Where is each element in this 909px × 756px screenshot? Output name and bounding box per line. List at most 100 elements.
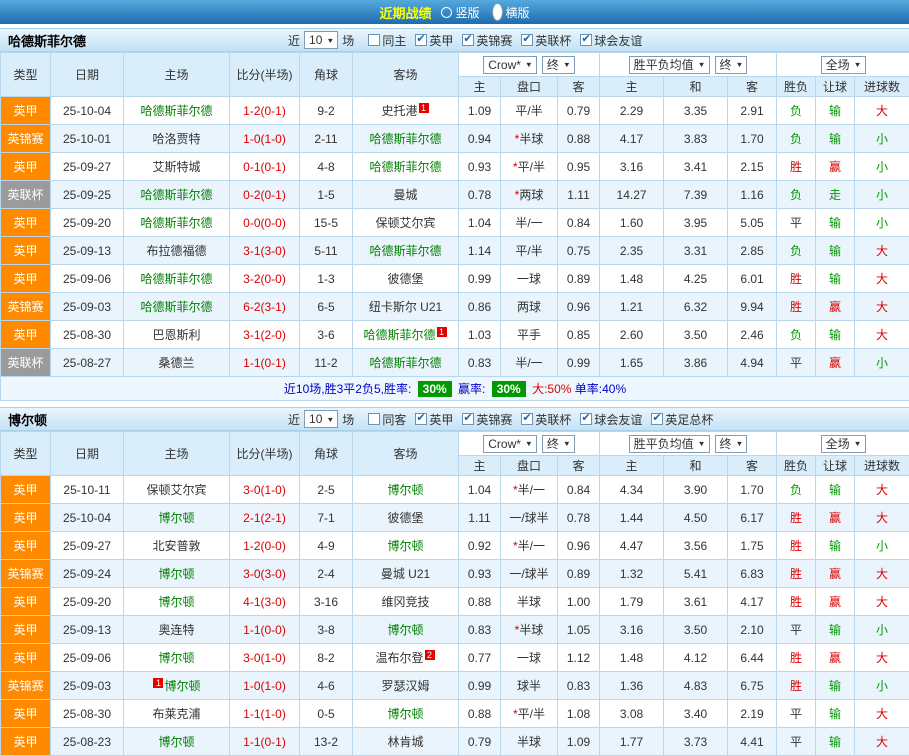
odds-away-cell: 0.88: [558, 125, 600, 153]
team-link[interactable]: 彼德堡: [387, 272, 423, 286]
team-link[interactable]: 罗瑟汉姆: [381, 679, 429, 693]
chevron-down-icon: ▼: [525, 439, 533, 447]
odds-period-select[interactable]: 终▼: [542, 56, 575, 74]
odds-home-cell: 1.09: [459, 97, 501, 125]
team-link[interactable]: 博尔顿: [387, 623, 423, 637]
team-link[interactable]: 艾斯特城: [152, 160, 200, 174]
team-link[interactable]: 哈德斯菲尔德: [140, 216, 212, 230]
team-link[interactable]: 博尔顿: [164, 679, 200, 693]
team-link[interactable]: 保顿艾尔宾: [146, 483, 206, 497]
team-link[interactable]: 哈德斯菲尔德: [369, 160, 441, 174]
checkbox-icon[interactable]: [415, 34, 427, 46]
team-link[interactable]: 奥连特: [158, 623, 194, 637]
odds-period-select[interactable]: 终▼: [542, 435, 575, 453]
checkbox-icon[interactable]: [521, 34, 533, 46]
team-link[interactable]: 哈德斯菲尔德: [363, 328, 435, 342]
match-row: 英联杯25-09-25哈德斯菲尔德0-2(0-1)1-5曼城0.78*两球1.1…: [1, 181, 909, 209]
league-filter-checkbox[interactable]: 英甲: [415, 32, 453, 49]
bookmaker-select[interactable]: Crow*▼: [483, 435, 537, 453]
team-link[interactable]: 史托港: [381, 104, 417, 118]
checkbox-icon[interactable]: [368, 413, 380, 425]
checkbox-icon[interactable]: [580, 34, 592, 46]
match-count-value: 10: [309, 33, 322, 47]
league-filter-checkbox[interactable]: 球会友谊: [580, 411, 642, 428]
match-count-select[interactable]: 10 ▼: [304, 410, 338, 428]
team-link[interactable]: 布拉德福德: [146, 244, 206, 258]
team-link[interactable]: 曼城 U21: [381, 567, 430, 581]
goals-cell: 小: [855, 349, 909, 377]
team-link[interactable]: 哈德斯菲尔德: [140, 188, 212, 202]
team-link[interactable]: 博尔顿: [387, 707, 423, 721]
scope-select[interactable]: 全场▼: [821, 56, 866, 74]
team-link[interactable]: 哈德斯菲尔德: [140, 300, 212, 314]
odds-away-cell: 0.85: [558, 321, 600, 349]
match-count-select[interactable]: 10 ▼: [304, 31, 338, 49]
layout-option[interactable]: 横版: [492, 3, 530, 21]
scope-select[interactable]: 全场▼: [821, 435, 866, 453]
team-link[interactable]: 哈德斯菲尔德: [140, 104, 212, 118]
team-link[interactable]: 哈德斯菲尔德: [140, 272, 212, 286]
team-link[interactable]: 巴恩斯利: [152, 328, 200, 342]
league-filter-checkbox[interactable]: 英甲: [415, 411, 453, 428]
bookmaker-select[interactable]: Crow*▼: [483, 56, 537, 74]
league-filter-checkbox[interactable]: 英足总杯: [651, 411, 713, 428]
avg-select[interactable]: 胜平负均值▼: [629, 435, 710, 453]
league-filter-checkbox[interactable]: 英锦赛: [462, 411, 512, 428]
league-filter-checkbox[interactable]: 英联杯: [521, 411, 571, 428]
team-link[interactable]: 哈德斯菲尔德: [369, 132, 441, 146]
league-filters: 同客英甲英锦赛英联杯球会友谊 英足总杯: [368, 411, 713, 428]
team-link[interactable]: 维冈竞技: [381, 595, 429, 609]
team-link[interactable]: 彼德堡: [387, 511, 423, 525]
team-link[interactable]: 林肯城: [387, 735, 423, 749]
team-link[interactable]: 温布尔登: [375, 651, 423, 665]
team-link[interactable]: 北安普敦: [152, 539, 200, 553]
team-link[interactable]: 哈德斯菲尔德: [369, 356, 441, 370]
team-link[interactable]: 纽卡斯尔 U21: [369, 300, 442, 314]
team-link[interactable]: 哈洛贾特: [152, 132, 200, 146]
checkbox-icon[interactable]: [580, 413, 592, 425]
checkbox-icon[interactable]: [462, 413, 474, 425]
score-cell: 1-0(1-0): [230, 125, 300, 153]
result-cell: 平: [777, 700, 816, 728]
avg-period-select[interactable]: 终▼: [715, 435, 748, 453]
avg-draw-cell: 3.95: [664, 209, 728, 237]
team-link[interactable]: 布莱克浦: [152, 707, 200, 721]
radio-icon[interactable]: [441, 7, 452, 18]
radio-icon[interactable]: [492, 3, 503, 21]
league-filter-checkbox[interactable]: 球会友谊: [580, 32, 642, 49]
avg-select[interactable]: 胜平负均值▼: [629, 56, 710, 74]
team-link[interactable]: 博尔顿: [158, 735, 194, 749]
goals-cell: 大: [855, 560, 909, 588]
chevron-down-icon: ▼: [736, 439, 744, 447]
league-filter-checkbox[interactable]: 英联杯: [521, 32, 571, 49]
team-link[interactable]: 博尔顿: [158, 567, 194, 581]
avg-period-select[interactable]: 终▼: [715, 56, 748, 74]
team-link[interactable]: 博尔顿: [387, 483, 423, 497]
team-link[interactable]: 桑德兰: [158, 356, 194, 370]
league-filter-checkbox[interactable]: 同主: [368, 32, 406, 49]
league-cell: 英甲: [1, 321, 51, 349]
team-link[interactable]: 博尔顿: [387, 539, 423, 553]
avg-away-cell: 6.01: [728, 265, 777, 293]
checkbox-icon[interactable]: [368, 34, 380, 46]
team-link[interactable]: 曼城: [393, 188, 417, 202]
checkbox-label: 英足总杯: [665, 411, 713, 428]
odds-home-cell: 0.93: [459, 560, 501, 588]
league-filter-checkbox[interactable]: 同客: [368, 411, 406, 428]
team-link[interactable]: 哈德斯菲尔德: [369, 244, 441, 258]
team-link[interactable]: 博尔顿: [158, 651, 194, 665]
league-cell: 英甲: [1, 265, 51, 293]
checkbox-icon[interactable]: [521, 413, 533, 425]
col-result: 胜负: [777, 456, 816, 476]
checkbox-icon[interactable]: [462, 34, 474, 46]
checkbox-icon[interactable]: [415, 413, 427, 425]
team-link[interactable]: 博尔顿: [158, 511, 194, 525]
checkbox-icon[interactable]: [651, 413, 663, 425]
matches-table: 类型 日期 主场 比分(半场) 角球 客场 Crow*▼ 终▼ 胜平负均值▼ 终…: [0, 52, 909, 401]
team-link[interactable]: 保顿艾尔宾: [375, 216, 435, 230]
league-filter-checkbox[interactable]: 英锦赛: [462, 32, 512, 49]
layout-option[interactable]: 竖版: [441, 4, 479, 21]
near-suffix: 场: [342, 411, 354, 428]
team-link[interactable]: 博尔顿: [158, 595, 194, 609]
avg-home-cell: 4.34: [600, 476, 664, 504]
